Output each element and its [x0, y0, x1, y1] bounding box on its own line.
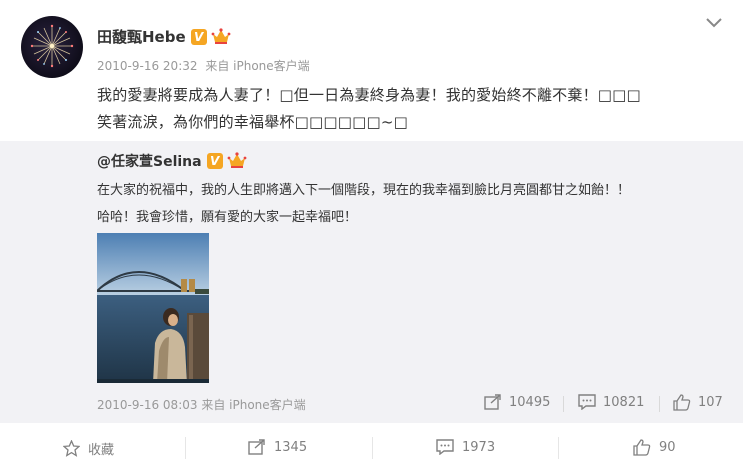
action-divider	[558, 437, 559, 459]
verified-badge: V	[190, 29, 207, 45]
post-author-name[interactable]: 田馥甄Hebe	[97, 28, 186, 46]
repost-text: 在大家的祝福中，我的人生即將邁入下一個階段，現在的我幸福到臉比月亮圓都甘之如飴！…	[97, 177, 722, 231]
action-bar: 收藏 1345 1973 90	[0, 433, 743, 463]
thumbs-up-icon	[633, 439, 651, 456]
repost-button[interactable]: 1345	[248, 439, 307, 455]
post-text-line: 我的愛妻將要成為人妻了！□但一日為妻終身為妻！我的愛始終不離不棄！□□□	[97, 86, 641, 104]
repost-comment-button[interactable]: 10821	[578, 394, 644, 410]
post-timestamp[interactable]: 2010-9-16 20:32	[97, 59, 198, 73]
repost-count: 1345	[274, 439, 308, 455]
comment-icon	[436, 439, 454, 455]
like-count: 90	[659, 440, 676, 455]
stat-divider	[659, 396, 660, 412]
share-icon	[248, 439, 265, 455]
chevron-down-icon[interactable]	[705, 16, 723, 30]
favorite-label: 收藏	[88, 443, 115, 458]
favorite-button[interactable]: 收藏	[63, 439, 114, 458]
post-text: 我的愛妻將要成為人妻了！□但一日為妻終身為妻！我的愛始終不離不棄！□□□ 笑著流…	[97, 82, 717, 136]
fireworks-avatar-image	[30, 24, 74, 68]
repost-text-line: 在大家的祝福中，我的人生即將邁入下一個階段，現在的我幸福到臉比月亮圓都甘之如飴！…	[97, 183, 631, 198]
weibo-card: 田馥甄Hebe V 2010-9-16 20:32 来自 iPhone客户端 我的…	[0, 0, 743, 470]
post-text-line: 笑著流淚，為你們的幸福舉杯□□□□□□~□	[97, 113, 408, 131]
repost-like-button[interactable]: 107	[673, 394, 723, 411]
crown-icon	[227, 152, 246, 168]
post-meta: 2010-9-16 20:32 来自 iPhone客户端	[97, 57, 314, 74]
repost-like-count: 107	[698, 395, 723, 410]
action-divider	[185, 437, 186, 459]
action-divider	[372, 437, 373, 459]
repost-text-line: 哈哈！我會珍惜，願有愛的大家一起幸福吧！	[97, 210, 358, 225]
crown-icon	[211, 28, 231, 44]
repost-share-count: 10495	[509, 394, 551, 410]
repost-box: @任家萱Selina V 在大家的祝福中，我的人生即將邁入下一個階段，現在的我幸福…	[0, 141, 743, 423]
verified-badge: V	[206, 153, 223, 169]
comment-count: 1973	[462, 439, 496, 455]
like-button[interactable]: 90	[633, 439, 676, 456]
comment-icon	[578, 394, 596, 410]
repost-author-name[interactable]: @任家萱Selina	[97, 154, 202, 170]
repost-comment-count: 10821	[603, 394, 645, 410]
comment-button[interactable]: 1973	[436, 439, 495, 455]
harbour-photo-image	[97, 233, 209, 383]
repost-stats: 10495 10821 107	[0, 394, 743, 414]
post-source: 来自 iPhone客户端	[205, 59, 310, 73]
post-author[interactable]: 田馥甄Hebe V	[97, 26, 231, 47]
avatar[interactable]	[21, 16, 83, 78]
stat-divider	[563, 396, 564, 412]
repost-author[interactable]: @任家萱Selina V	[97, 151, 247, 171]
repost-share-button[interactable]: 10495	[484, 394, 550, 410]
star-icon	[63, 440, 80, 457]
repost-photo[interactable]	[97, 233, 209, 383]
share-icon	[484, 394, 501, 410]
thumbs-up-icon	[673, 394, 691, 411]
